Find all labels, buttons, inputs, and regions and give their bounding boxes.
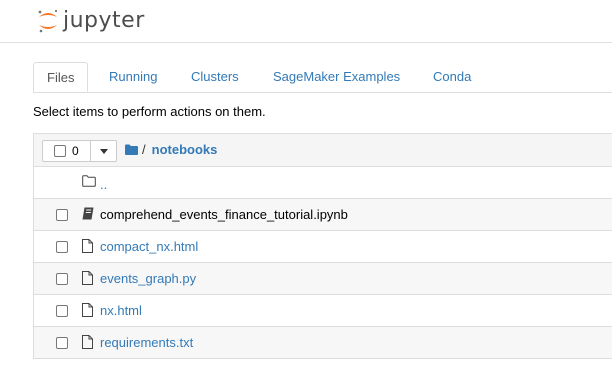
header-bar: jupyter: [0, 0, 612, 43]
list-item[interactable]: requirements.txt: [34, 327, 612, 358]
file-name-link[interactable]: compact_nx.html: [100, 239, 198, 254]
breadcrumb-separator: /: [142, 142, 146, 157]
file-list-toolbar: 0 / notebooks: [34, 134, 612, 167]
select-dropdown-button[interactable]: [91, 140, 117, 162]
tab-bar: Files Running Clusters SageMaker Example…: [33, 62, 612, 93]
file-name-link[interactable]: nx.html: [100, 303, 142, 318]
file-icon: [82, 271, 93, 285]
select-all-checkbox[interactable]: [54, 145, 66, 157]
select-all-button[interactable]: 0: [42, 140, 91, 162]
row-checkbox[interactable]: [56, 305, 68, 317]
select-all-group: 0: [42, 140, 117, 162]
selected-count: 0: [72, 144, 79, 158]
list-item[interactable]: events_graph.py: [34, 263, 612, 295]
row-checkbox[interactable]: [56, 337, 68, 349]
tab-clusters[interactable]: Clusters: [191, 62, 239, 91]
tab-running[interactable]: Running: [109, 62, 157, 91]
row-checkbox[interactable]: [56, 241, 68, 253]
parent-directory-link[interactable]: ..: [100, 177, 107, 192]
tab-sagemaker-examples[interactable]: SageMaker Examples: [273, 62, 400, 91]
row-checkbox[interactable]: [56, 273, 68, 285]
file-name-link[interactable]: requirements.txt: [100, 335, 193, 350]
file-icon: [82, 303, 93, 317]
breadcrumb: / notebooks: [125, 142, 217, 157]
row-checkbox[interactable]: [56, 209, 68, 221]
caret-down-icon: [99, 148, 108, 154]
list-item[interactable]: compact_nx.html: [34, 231, 612, 263]
folder-outline-icon: [82, 175, 96, 187]
folder-icon[interactable]: [125, 144, 138, 155]
file-icon: [82, 335, 93, 349]
list-item[interactable]: nx.html: [34, 295, 612, 327]
breadcrumb-current-folder[interactable]: notebooks: [152, 142, 218, 157]
list-item[interactable]: comprehend_events_finance_tutorial.ipynb: [34, 199, 612, 231]
notebook-icon: [82, 207, 94, 220]
tab-conda[interactable]: Conda: [433, 62, 471, 91]
logo-text: jupyter: [63, 8, 145, 33]
file-name-link[interactable]: comprehend_events_finance_tutorial.ipynb: [100, 207, 348, 222]
list-item-parent-directory[interactable]: ..: [34, 167, 612, 199]
jupyter-logo[interactable]: jupyter: [37, 8, 145, 34]
tab-files[interactable]: Files: [33, 62, 89, 92]
file-list-panel: 0 / notebooks .. comprehend_events_finan…: [33, 133, 612, 359]
file-icon: [82, 239, 93, 253]
selection-hint: Select items to perform actions on them.: [33, 104, 266, 119]
file-name-link[interactable]: events_graph.py: [100, 271, 196, 286]
jupyter-logo-icon: [38, 9, 58, 33]
